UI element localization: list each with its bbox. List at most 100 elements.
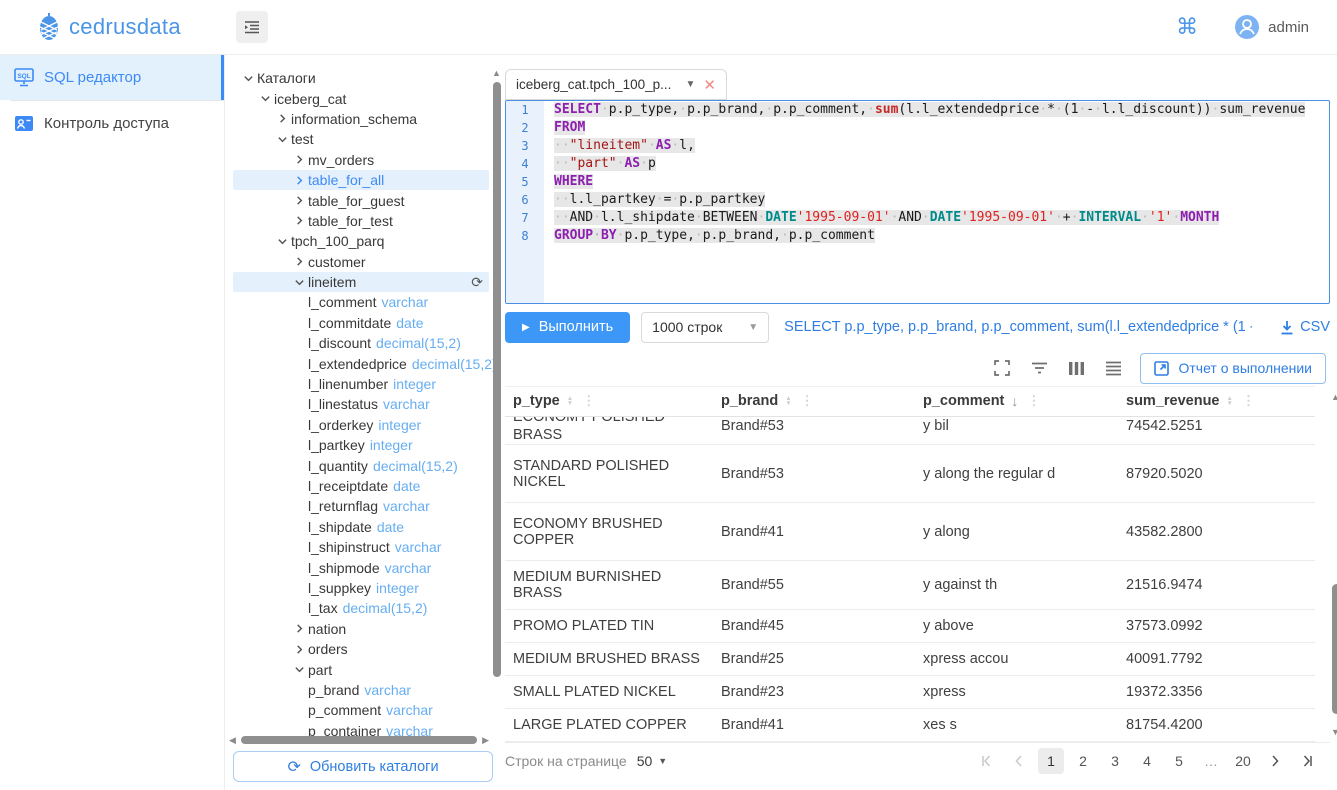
- shortcuts-command-icon[interactable]: ⌘: [1176, 14, 1198, 40]
- page-button-5[interactable]: 5: [1166, 748, 1192, 774]
- tree-node[interactable]: lineitem⟳: [233, 272, 489, 292]
- code-line[interactable]: 8GROUP·BY·p.p_type,·p.p_brand,·p.p_comme…: [506, 227, 1329, 245]
- column-menu-icon[interactable]: ⋮: [582, 393, 595, 409]
- code-line[interactable]: 3··"lineitem"·AS·l,: [506, 137, 1329, 155]
- column-menu-icon[interactable]: ⋮: [1027, 393, 1040, 409]
- tree-node[interactable]: nation: [233, 619, 489, 639]
- page-button-2[interactable]: 2: [1070, 748, 1096, 774]
- sort-toggle-icon[interactable]: ▲▼: [1227, 396, 1233, 406]
- column-menu-icon[interactable]: ⋮: [1242, 393, 1255, 409]
- filter-icon[interactable]: [1031, 361, 1048, 375]
- user-menu[interactable]: admin: [1234, 14, 1309, 40]
- sort-toggle-icon[interactable]: ▲▼: [785, 396, 791, 406]
- first-page-button[interactable]: [974, 748, 1000, 774]
- tree-column-item[interactable]: l_discountdecimal(15,2): [233, 333, 489, 353]
- chevron-right-icon[interactable]: [290, 256, 308, 267]
- chevron-down-icon[interactable]: [273, 134, 291, 145]
- table-row[interactable]: MEDIUM BURNISHED BRASSBrand#55y against …: [505, 561, 1315, 610]
- refresh-catalogs-button[interactable]: ⟳ Обновить каталоги: [233, 751, 493, 782]
- code-line[interactable]: 4··"part"·AS·p: [506, 155, 1329, 173]
- scrollbar-thumb[interactable]: [493, 82, 501, 677]
- table-row[interactable]: MEDIUM BRUSHED BRASSBrand#25xpress accou…: [505, 643, 1315, 676]
- table-row[interactable]: SMALL PLATED NICKELBrand#23xpress19372.3…: [505, 676, 1315, 709]
- tree-column-item[interactable]: l_suppkeyinteger: [233, 578, 489, 598]
- tree-node[interactable]: part: [233, 659, 489, 679]
- chevron-down-icon[interactable]: [239, 73, 257, 84]
- chevron-right-icon[interactable]: [273, 113, 291, 124]
- tree-column-item[interactable]: l_linenumberinteger: [233, 374, 489, 394]
- chevron-right-icon[interactable]: [290, 154, 308, 165]
- tree-column-item[interactable]: l_partkeyinteger: [233, 435, 489, 455]
- tree-column-item[interactable]: l_commentvarchar: [233, 292, 489, 312]
- brand-logo[interactable]: cedrusdata: [0, 12, 225, 42]
- tree-node[interactable]: orders: [233, 639, 489, 659]
- sql-code-editor[interactable]: 1SELECT·p.p_type,·p.p_brand,·p.p_comment…: [505, 100, 1330, 304]
- chevron-right-icon[interactable]: [290, 623, 308, 634]
- code-line[interactable]: 6··l.l_partkey·=·p.p_partkey: [506, 191, 1329, 209]
- download-csv-link[interactable]: CSV: [1280, 319, 1330, 335]
- tree-column-item[interactable]: l_shipdatedate: [233, 517, 489, 537]
- tree-column-item[interactable]: l_commitdatedate: [233, 313, 489, 333]
- tree-node[interactable]: table_for_test: [233, 211, 489, 231]
- column-header-sum_revenue[interactable]: sum_revenue▲▼⋮: [1118, 387, 1315, 417]
- code-line[interactable]: 7··AND·l.l_shipdate·BETWEEN·DATE'1995-09…: [506, 209, 1329, 227]
- chevron-right-icon[interactable]: [290, 215, 308, 226]
- tree-node[interactable]: customer: [233, 252, 489, 272]
- column-header-p_brand[interactable]: p_brand▲▼⋮: [713, 387, 915, 417]
- tree-node[interactable]: iceberg_cat: [233, 88, 489, 108]
- fullscreen-icon[interactable]: [994, 360, 1010, 376]
- sort-toggle-icon[interactable]: ▲▼: [567, 396, 573, 406]
- tree-column-item[interactable]: l_taxdecimal(15,2): [233, 598, 489, 618]
- sidebar-item-sql-editor[interactable]: SQL SQL редактор: [0, 55, 224, 100]
- chevron-right-icon[interactable]: [290, 644, 308, 655]
- code-line[interactable]: 1SELECT·p.p_type,·p.p_brand,·p.p_comment…: [506, 101, 1329, 119]
- tree-column-item[interactable]: l_receiptdatedate: [233, 476, 489, 496]
- tree-column-item[interactable]: l_shipinstructvarchar: [233, 537, 489, 557]
- tree-node[interactable]: tpch_100_parq: [233, 231, 489, 251]
- query-preview-link[interactable]: SELECT p.p_type, p.p_brand, p.p_comment,…: [784, 319, 1252, 335]
- tree-node[interactable]: mv_orders: [233, 150, 489, 170]
- scroll-up-icon[interactable]: ▲: [492, 68, 501, 78]
- run-query-button[interactable]: ▶ Выполнить: [505, 312, 630, 343]
- scroll-down-icon[interactable]: ▼: [1331, 727, 1337, 737]
- tree-column-item[interactable]: p_brandvarchar: [233, 680, 489, 700]
- chevron-down-icon[interactable]: [273, 236, 291, 247]
- last-page-button[interactable]: [1294, 748, 1320, 774]
- tree-node[interactable]: Каталоги: [233, 68, 489, 88]
- table-row[interactable]: ECONOMY POLISHED BRASSBrand#53y bil74542…: [505, 417, 1315, 445]
- chevron-right-icon[interactable]: [290, 195, 308, 206]
- tree-node[interactable]: test: [233, 129, 489, 149]
- results-vertical-scrollbar[interactable]: ▲ ▼: [1330, 392, 1337, 737]
- page-button-3[interactable]: 3: [1102, 748, 1128, 774]
- query-tab[interactable]: iceberg_cat.tpch_100_p... ▼ ✕: [505, 69, 727, 100]
- table-row[interactable]: LARGE PLATED COPPERBrand#41xes s81754.42…: [505, 709, 1315, 742]
- row-limit-select[interactable]: 1000 строк ▼: [641, 312, 769, 343]
- density-menu-icon[interactable]: [1105, 361, 1122, 376]
- tree-vertical-scrollbar[interactable]: ▲: [491, 68, 503, 730]
- tree-column-item[interactable]: l_returnflagvarchar: [233, 496, 489, 516]
- scroll-left-icon[interactable]: ◀: [229, 735, 236, 746]
- page-button-1[interactable]: 1: [1038, 748, 1064, 774]
- tree-horizontal-scrollbar[interactable]: ◀ ▶: [229, 734, 489, 746]
- column-header-p_type[interactable]: p_type▲▼⋮: [505, 387, 713, 417]
- tree-node[interactable]: information_schema: [233, 109, 489, 129]
- code-line[interactable]: 2FROM: [506, 119, 1329, 137]
- rows-per-page-select[interactable]: 50 ▼: [637, 753, 668, 769]
- scrollbar-thumb[interactable]: [1332, 584, 1337, 714]
- table-row[interactable]: STANDARD POLISHED NICKELBrand#53y along …: [505, 445, 1315, 503]
- execution-report-button[interactable]: Отчет о выполнении: [1140, 353, 1326, 384]
- refresh-node-icon[interactable]: ⟳: [471, 274, 483, 291]
- tab-close-icon[interactable]: ✕: [703, 76, 716, 94]
- column-menu-icon[interactable]: ⋮: [801, 393, 814, 409]
- code-line[interactable]: 5WHERE: [506, 173, 1329, 191]
- page-button-20[interactable]: 20: [1230, 748, 1256, 774]
- tree-column-item[interactable]: l_quantitydecimal(15,2): [233, 455, 489, 475]
- chevron-right-icon[interactable]: [290, 175, 308, 186]
- tree-column-item[interactable]: l_extendedpricedecimal(15,2): [233, 353, 489, 373]
- chevron-down-icon[interactable]: [256, 93, 274, 104]
- sidebar-item-access-control[interactable]: Контроль доступа: [0, 101, 224, 146]
- table-row[interactable]: ECONOMY BRUSHED COPPERBrand#41y along435…: [505, 503, 1315, 561]
- tree-column-item[interactable]: l_shipmodevarchar: [233, 557, 489, 577]
- scrollbar-thumb[interactable]: [241, 736, 477, 744]
- tab-dropdown-caret-icon[interactable]: ▼: [686, 79, 696, 90]
